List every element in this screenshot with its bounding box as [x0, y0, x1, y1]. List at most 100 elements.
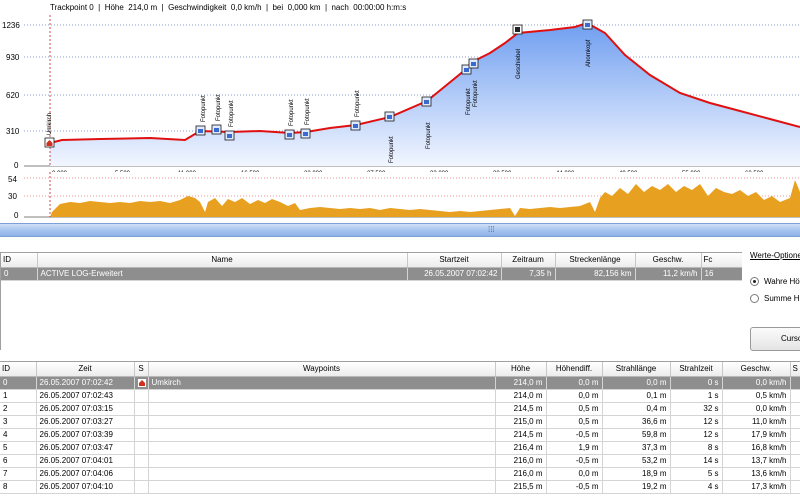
waypoint-label: Fotopunkt: [305, 98, 311, 125]
table-row[interactable]: 3 26.05.2007 07:03:27 215,0 m 0,5 m 36,6…: [0, 415, 800, 429]
waypoint-label: Geschiebel: [516, 49, 522, 79]
value-options-title: Werte-Optionen: [750, 251, 800, 260]
track-length: 82,156 km: [555, 267, 636, 281]
wp-symbol: [134, 389, 149, 403]
sum-height-label[interactable]: Summe Höhe: [764, 294, 800, 303]
wp-col-name[interactable]: Waypoints: [148, 362, 496, 377]
camera-icon: [464, 68, 469, 72]
track-speed: 11,2 km/h: [635, 267, 702, 281]
value-options-panel: Werte-Optionen Wahre Höhe Summe Höhe Cur…: [742, 237, 800, 361]
table-row[interactable]: 6 26.05.2007 07:04:01 216,0 m -0,5 m 53,…: [0, 454, 800, 468]
wp-height: 216,0 m: [495, 467, 547, 481]
wp-speed: 17,9 km/h: [722, 428, 791, 442]
wp-id: 6: [0, 454, 37, 468]
cursor-button[interactable]: Cursor: [750, 327, 800, 351]
wp-duration: 4 s: [670, 480, 723, 494]
wp-time: 26.05.2007 07:02:43: [36, 389, 135, 403]
wp-time: 26.05.2007 07:03:15: [36, 402, 135, 416]
wp-id: 1: [0, 389, 37, 403]
wp-symbol: [134, 467, 149, 481]
panel-gap: [0, 237, 800, 252]
waypoint-label: Fotopunkt: [229, 100, 235, 127]
tracks-table: ID Name Startzeit Zeitraum Streckenlänge…: [0, 252, 744, 350]
wp-height: 215,0 m: [495, 415, 547, 429]
track-row[interactable]: 0 ACTIVE LOG-Erweitert 26.05.2007 07:02:…: [1, 267, 744, 281]
tracks-col-speed[interactable]: Geschw.: [635, 253, 702, 268]
waypoint-label: Fotopunkt: [289, 99, 295, 126]
wp-id: 4: [0, 428, 37, 442]
table-row[interactable]: 2 26.05.2007 07:03:15 214,5 m 0,5 m 0,4 …: [0, 402, 800, 416]
wp-col-duration[interactable]: Strahlzeit: [670, 362, 723, 377]
table-row[interactable]: 1 26.05.2007 07:02:43 214,0 m 0,0 m 0,1 …: [0, 389, 800, 403]
table-row[interactable]: 4 26.05.2007 07:03:39 214,5 m -0,5 m 59,…: [0, 428, 800, 442]
wp-extra: [790, 376, 800, 390]
camera-icon: [585, 23, 590, 27]
wp-heightdiff: -0,5 m: [546, 454, 603, 468]
wp-speed: 16,8 km/h: [722, 441, 791, 455]
wp-heightdiff: 0,0 m: [546, 376, 603, 390]
waypoint-label: Fotopunkt: [216, 94, 222, 121]
waypoint-label: Fotopunkt: [473, 80, 479, 107]
elevation-profile-chart[interactable]: 1236 930 620 310 0 0,000 5,500 11,000 16…: [0, 15, 800, 178]
tracks-col-id[interactable]: ID: [1, 253, 38, 268]
tracks-col-name[interactable]: Name: [37, 253, 408, 268]
wp-duration: 8 s: [670, 441, 723, 455]
wp-col-extra[interactable]: S: [790, 362, 800, 377]
wp-heightdiff: -0,5 m: [546, 480, 603, 494]
wp-col-symbol[interactable]: S: [134, 362, 149, 377]
wp-col-id[interactable]: ID: [0, 362, 37, 377]
tracks-col-start[interactable]: Startzeit: [407, 253, 502, 268]
wp-extra: [790, 389, 800, 403]
wp-symbol: [134, 480, 149, 494]
true-height-label[interactable]: Wahre Höhe: [764, 277, 800, 286]
wp-symbol: [134, 441, 149, 455]
wp-speed: 0,0 km/h: [722, 376, 791, 390]
wp-height: 214,5 m: [495, 402, 547, 416]
tracks-col-duration[interactable]: Zeitraum: [501, 253, 556, 268]
waypoint-label: Fotopunkt: [426, 122, 432, 149]
table-row[interactable]: 8 26.05.2007 07:04:10 215,5 m -0,5 m 19,…: [0, 480, 800, 494]
camera-icon: [198, 129, 203, 133]
wp-col-speed[interactable]: Geschw.: [722, 362, 791, 377]
wp-col-distance[interactable]: Strahllänge: [602, 362, 671, 377]
wp-name: [148, 467, 496, 481]
summit-icon: [515, 27, 520, 32]
table-row[interactable]: 0 26.05.2007 07:02:42 Umkirch 214,0 m 0,…: [0, 376, 800, 390]
splitter-grip-icon: ⁞⁞⁞: [488, 225, 495, 234]
wp-name: [148, 441, 496, 455]
wp-extra: [790, 467, 800, 481]
wp-col-height[interactable]: Höhe: [495, 362, 547, 377]
waypoint-label: Fotopunkt: [355, 90, 361, 117]
wp-duration: 12 s: [670, 428, 723, 442]
tracks-col-length[interactable]: Streckenlänge: [555, 253, 636, 268]
wp-col-time[interactable]: Zeit: [36, 362, 135, 377]
speed-y-tick-0: 0: [14, 211, 19, 220]
wp-speed: 17,3 km/h: [722, 480, 791, 494]
speed-y-tick-54: 54: [8, 175, 17, 184]
speed-profile-chart[interactable]: 54 30 0: [0, 172, 800, 222]
sum-height-radio[interactable]: [750, 294, 759, 303]
y-tick-310: 310: [6, 127, 20, 136]
camera-icon: [227, 134, 232, 138]
wp-name: [148, 415, 496, 429]
wp-duration: 5 s: [670, 467, 723, 481]
wp-distance: 36,6 m: [602, 415, 671, 429]
wp-col-heightdiff[interactable]: Höhendiff.: [546, 362, 603, 377]
wp-extra: [790, 454, 800, 468]
table-row[interactable]: 7 26.05.2007 07:04:06 216,0 m 0,0 m 18,9…: [0, 467, 800, 481]
tracks-col-fc[interactable]: Fc: [701, 253, 744, 268]
wp-height: 214,5 m: [495, 428, 547, 442]
panel-splitter[interactable]: ⁞⁞⁞: [0, 223, 800, 237]
wp-symbol: [134, 428, 149, 442]
camera-icon: [214, 128, 219, 132]
y-tick-930: 930: [6, 53, 20, 62]
table-row[interactable]: 5 26.05.2007 07:03:47 216,4 m 1,9 m 37,3…: [0, 441, 800, 455]
true-height-radio[interactable]: [750, 277, 759, 286]
wp-distance: 19,2 m: [602, 480, 671, 494]
wp-distance: 0,0 m: [602, 376, 671, 390]
wp-distance: 37,3 m: [602, 441, 671, 455]
track-duration: 7,35 h: [501, 267, 556, 281]
wp-name: [148, 454, 496, 468]
wp-duration: 14 s: [670, 454, 723, 468]
wp-speed: 0,5 km/h: [722, 389, 791, 403]
